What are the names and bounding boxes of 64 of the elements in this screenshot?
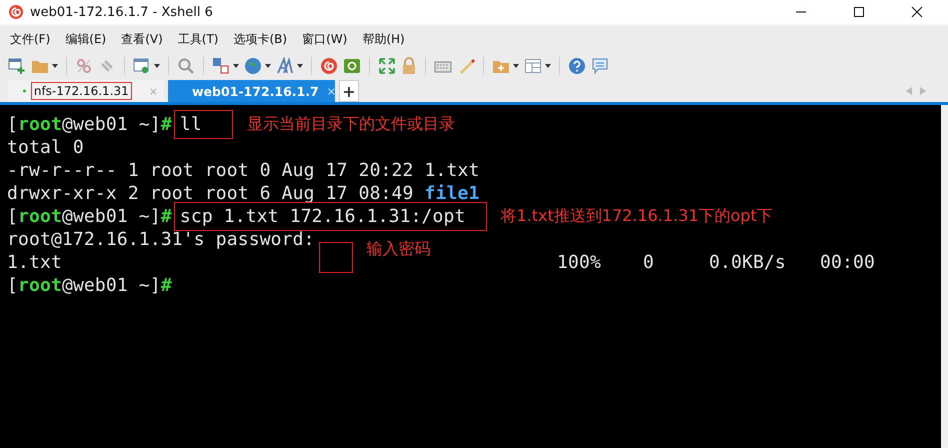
terminal-text: @web01 ~] bbox=[62, 275, 161, 296]
terminal-text: [ bbox=[7, 275, 18, 296]
highlight-box bbox=[318, 242, 353, 273]
help-icon[interactable] bbox=[568, 57, 586, 75]
app-icon[interactable] bbox=[343, 57, 361, 75]
prompt-user: root bbox=[18, 206, 62, 227]
fullscreen-icon[interactable] bbox=[378, 57, 396, 75]
annotation-text: 输入密码 bbox=[366, 239, 431, 260]
terminal-text: [ bbox=[7, 206, 18, 227]
new-window-icon[interactable] bbox=[8, 57, 26, 75]
prompt-sign: # bbox=[160, 275, 172, 296]
terminal-text: @web01 ~] bbox=[62, 206, 161, 227]
menu-item[interactable]: 工具(T) bbox=[178, 30, 218, 48]
search-icon[interactable] bbox=[177, 57, 195, 75]
tab-label: nfs-172.16.1.31 bbox=[30, 82, 132, 100]
menu-item[interactable]: 帮助(H) bbox=[362, 30, 405, 48]
prompt-user: root bbox=[18, 275, 62, 296]
chat-icon[interactable] bbox=[591, 57, 609, 75]
transfer-value: 00:00 bbox=[820, 252, 876, 273]
menu-item[interactable]: 编辑(E) bbox=[65, 30, 106, 48]
menu-item[interactable]: 查看(V) bbox=[121, 30, 163, 48]
status-dot-icon bbox=[23, 87, 26, 95]
menu-item[interactable]: 选项卡(B) bbox=[234, 30, 288, 48]
disconnect-icon[interactable] bbox=[75, 57, 93, 75]
menu-item[interactable]: 文件(F) bbox=[10, 30, 50, 48]
caret-icon[interactable] bbox=[154, 64, 160, 68]
window-title: web01-172.16.1.7 - Xshell 6 bbox=[30, 4, 213, 20]
caret-icon[interactable] bbox=[265, 64, 271, 68]
caret-icon[interactable] bbox=[297, 64, 303, 68]
scrollbar[interactable] bbox=[941, 105, 948, 448]
keyboard-icon[interactable] bbox=[434, 59, 452, 73]
transfer-value: 100% bbox=[557, 252, 602, 273]
terminal-text: -rw-r--r-- 1 root root 0 Aug 17 20:22 1.txt bbox=[7, 160, 480, 181]
caret-icon[interactable] bbox=[52, 64, 58, 68]
directory-name: file1 bbox=[424, 183, 480, 204]
caret-icon[interactable] bbox=[545, 64, 551, 68]
transfer-value: 0.0KB/s bbox=[709, 252, 787, 273]
new-tab-button[interactable]: + bbox=[339, 80, 359, 102]
annotation-text: 将1.txt推送到172.16.1.31下的opt下 bbox=[500, 206, 773, 227]
terminal-text: drwxr-xr-x 2 root root 6 Aug 17 08:49 bbox=[7, 183, 415, 204]
prompt-user: root bbox=[18, 114, 62, 135]
command-text: ll bbox=[174, 110, 233, 139]
tab-label: web01-172.16.1.7 bbox=[191, 82, 320, 100]
color-scheme-icon[interactable] bbox=[212, 57, 230, 75]
transfer-value: 0 bbox=[643, 252, 655, 273]
close-icon[interactable] bbox=[911, 6, 923, 18]
terminal-text: [ bbox=[7, 114, 18, 135]
maximize-icon[interactable] bbox=[853, 6, 865, 18]
caret-icon[interactable] bbox=[233, 64, 239, 68]
app-logo-icon bbox=[8, 4, 24, 20]
annotation-text: 显示当前目录下的文件或目录 bbox=[246, 114, 455, 135]
terminal-text: 1.txt bbox=[7, 252, 62, 273]
lock-icon[interactable] bbox=[401, 57, 417, 75]
menu-item[interactable]: 窗口(W) bbox=[302, 30, 348, 48]
terminal-text: @web01 ~] bbox=[62, 114, 161, 135]
terminal-text: root@172.16.1.31's password: bbox=[7, 229, 315, 250]
prompt-sign: # bbox=[160, 206, 172, 227]
terminal-text: total 0 bbox=[7, 137, 84, 158]
command-text: scp 1.txt 172.16.1.31:/opt bbox=[174, 202, 487, 231]
session-tab[interactable]: nfs-172.16.1.31 × bbox=[8, 80, 164, 102]
swirl-icon[interactable] bbox=[320, 57, 338, 75]
caret-icon[interactable] bbox=[513, 64, 519, 68]
session-tab[interactable]: web01-172.16.1.7 × bbox=[168, 80, 335, 102]
prompt-sign: # bbox=[160, 114, 172, 135]
